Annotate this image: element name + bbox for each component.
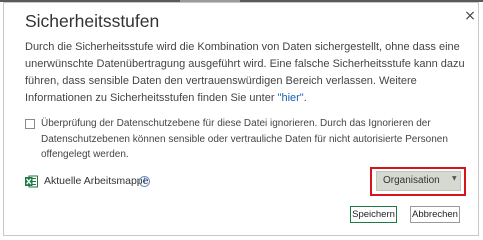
- privacy-levels-dialog: × Sicherheitsstufen Durch die Sicherheit…: [3, 2, 479, 236]
- help-link[interactable]: "hier": [278, 92, 304, 104]
- privacy-level-dropdown[interactable]: Organisation ▼: [376, 171, 461, 191]
- cancel-button[interactable]: Abbrechen: [410, 206, 460, 223]
- save-button[interactable]: Speichern: [350, 206, 397, 223]
- description-end: .: [303, 92, 307, 104]
- info-icon[interactable]: i: [139, 176, 150, 187]
- close-icon[interactable]: ×: [463, 9, 477, 23]
- excel-icon: [25, 175, 38, 188]
- description-text: Durch die Sicherheitsstufe wird die Komb…: [25, 41, 465, 104]
- privacy-level-value: Organisation: [383, 175, 440, 186]
- dialog-title: Sicherheitsstufen: [25, 11, 160, 31]
- dialog-description: Durch die Sicherheitsstufe wird die Komb…: [25, 39, 465, 107]
- ignore-privacy-checkbox[interactable]: [25, 119, 35, 129]
- workbook-label: Aktuelle Arbeitsmappe: [44, 175, 149, 187]
- ignore-privacy-label: Überprüfung der Datenschutzebene für die…: [41, 118, 448, 160]
- chevron-down-icon: ▼: [452, 175, 457, 182]
